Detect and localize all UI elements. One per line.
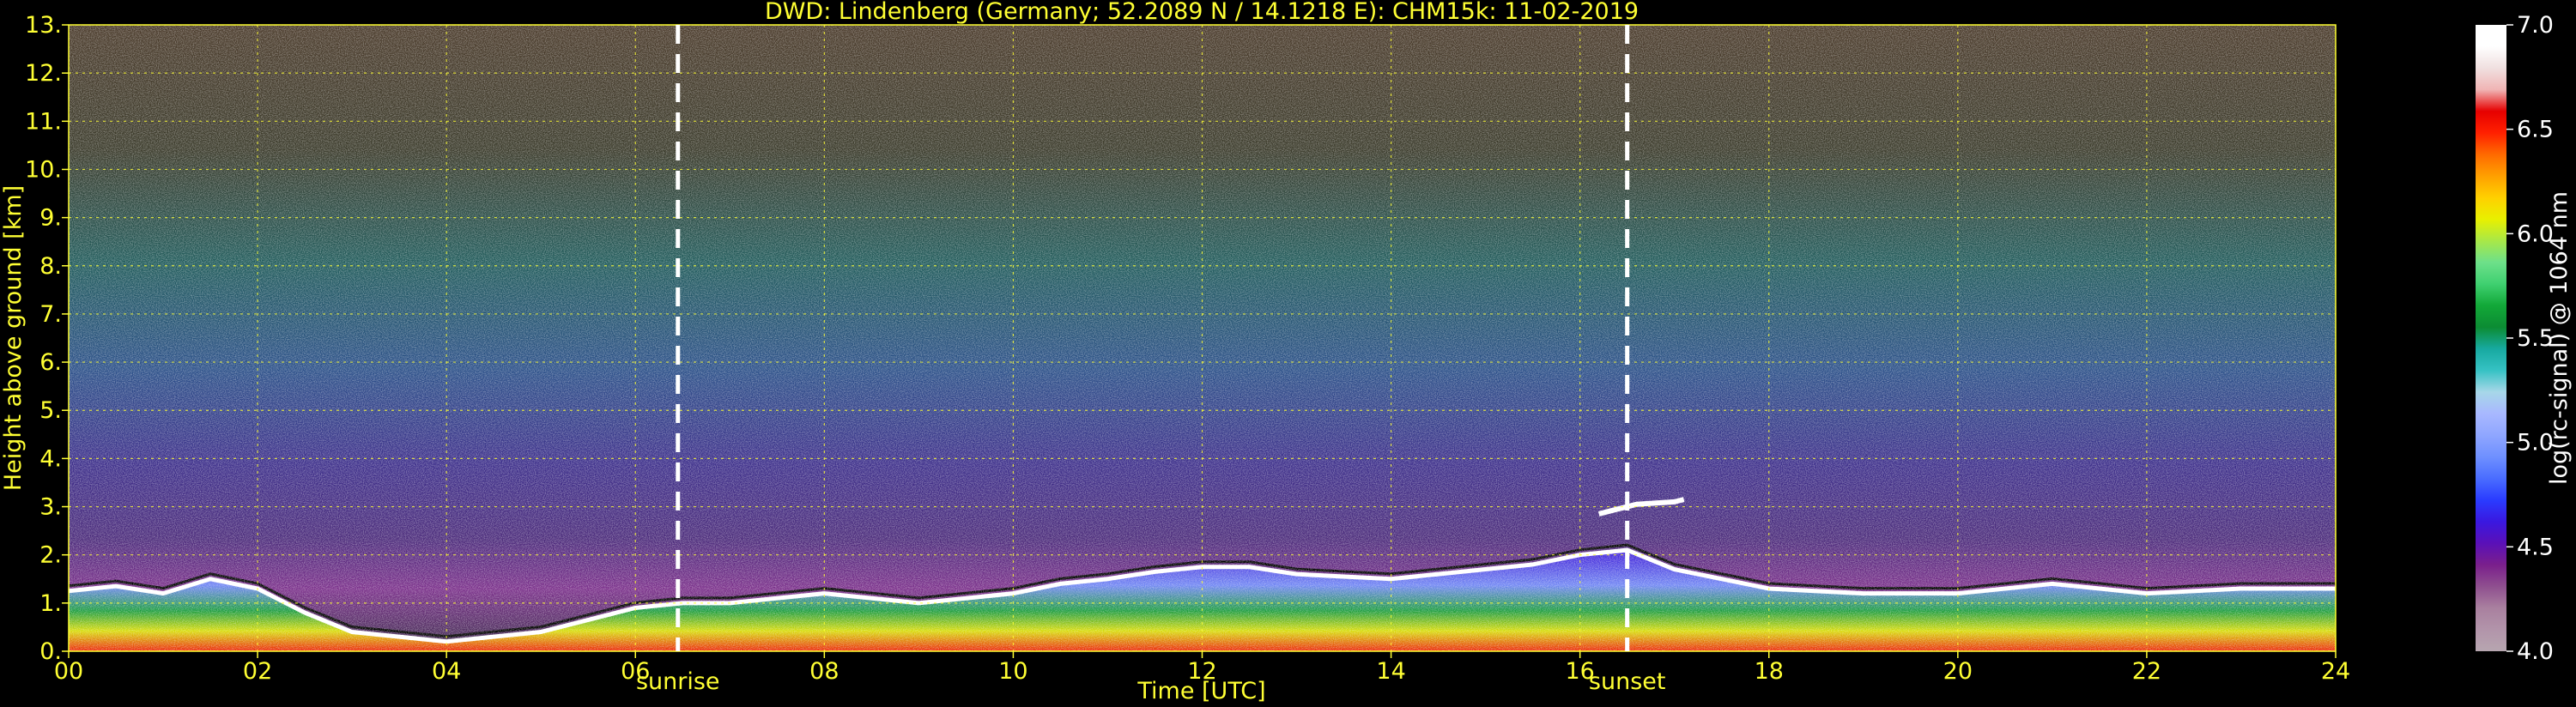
y-tick-label: 0. xyxy=(39,638,62,665)
y-tick-label: 13. xyxy=(25,12,62,39)
x-tick-label: 02 xyxy=(243,658,272,685)
event-label-sunset: sunset xyxy=(1589,668,1666,695)
lidar-chart: DWD: Lindenberg (Germany; 52.2089 N / 14… xyxy=(0,0,2573,704)
y-tick-label: 2. xyxy=(39,542,62,569)
y-tick-label: 8. xyxy=(39,253,62,280)
colorbar-bar xyxy=(2476,25,2506,651)
chart-title: DWD: Lindenberg (Germany; 52.2089 N / 14… xyxy=(765,0,1639,25)
y-axis-label: Height above ground [km] xyxy=(0,185,27,491)
y-tick-label: 9. xyxy=(39,205,62,232)
y-tick-label: 6. xyxy=(39,349,62,376)
y-tick-label: 7. xyxy=(39,301,62,328)
y-axis: 0. 1. 2. 3. 4. 5. 6. 7. 8. 9. 10. 11. 12. 13. xyxy=(25,12,69,665)
y-tick-label: 4. xyxy=(39,445,62,472)
colorbar-tick-label: 4.0 xyxy=(2517,638,2554,665)
y-tick-label: 5. xyxy=(39,397,62,424)
x-tick-label: 14 xyxy=(1376,658,1405,685)
x-tick-label: 04 xyxy=(432,658,461,685)
y-tick-label: 3. xyxy=(39,494,62,521)
x-tick-label: 08 xyxy=(809,658,839,685)
colorbar-tick-label: 4.5 xyxy=(2517,534,2554,560)
x-tick-label: 10 xyxy=(998,658,1027,685)
colorbar-tick-label: 6.5 xyxy=(2517,117,2554,143)
x-tick-label: 22 xyxy=(2132,658,2161,685)
plot-area xyxy=(69,25,2336,651)
y-tick-label: 12. xyxy=(25,60,62,87)
signal-noise-overlay xyxy=(69,25,2336,651)
x-axis-label: Time [UTC] xyxy=(1136,678,1265,704)
x-tick-label: 18 xyxy=(1755,658,1784,685)
colorbar: 4.04.55.05.56.06.57.0 log(rc-signal) @ 1… xyxy=(2476,12,2573,665)
x-tick-label: 20 xyxy=(1943,658,1973,685)
y-tick-label: 10. xyxy=(25,156,62,183)
x-tick-label: 16 xyxy=(1565,658,1594,685)
x-tick-label: 06 xyxy=(621,658,650,685)
x-tick-label: 24 xyxy=(2321,658,2350,685)
y-tick-label: 11. xyxy=(25,108,62,135)
y-tick-label: 1. xyxy=(39,590,62,617)
colorbar-tick-label: 7.0 xyxy=(2517,12,2554,39)
colorbar-label: log(rc-signal) @ 1064 nm xyxy=(2546,191,2573,485)
